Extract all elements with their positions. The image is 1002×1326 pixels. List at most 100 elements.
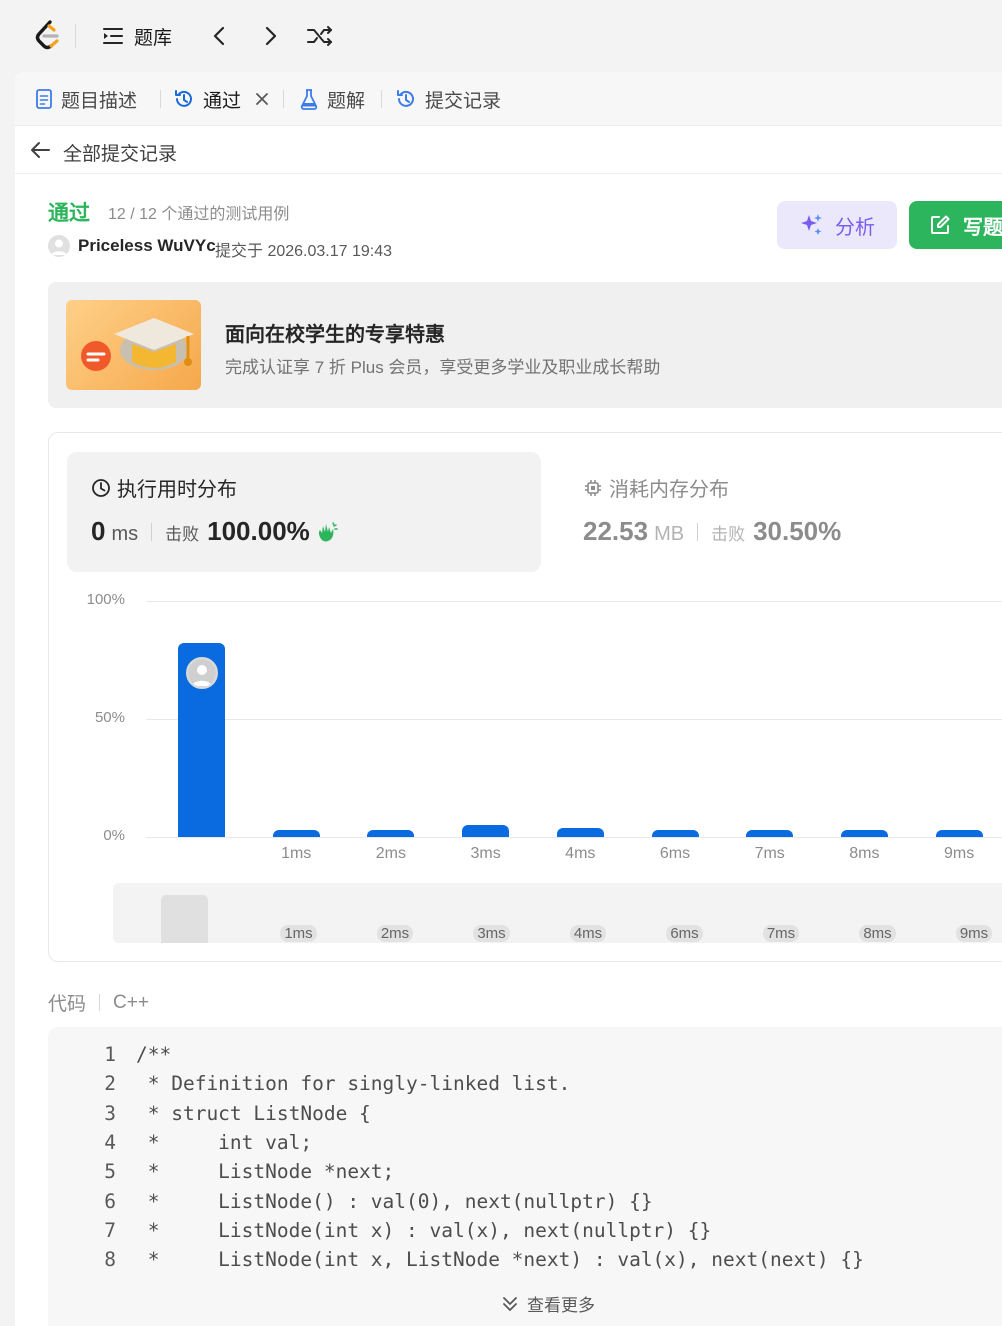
y-tick-label: 100%	[86, 591, 125, 608]
code-language: C++	[113, 991, 149, 1013]
memory-value: 22.53	[583, 516, 649, 546]
tab-divider	[160, 90, 161, 108]
leetcode-logo-icon[interactable]	[30, 18, 66, 54]
tab-accepted[interactable]: 通过	[173, 84, 271, 114]
chart-bar[interactable]	[462, 825, 510, 837]
document-icon	[36, 89, 52, 109]
runtime-title: 执行用时分布	[91, 473, 237, 502]
chart-bar[interactable]	[556, 827, 604, 837]
username[interactable]: Priceless WuVYc	[78, 236, 216, 256]
chart-gridline	[146, 837, 1002, 838]
y-tick-label: 0%	[103, 827, 125, 844]
all-submissions-link[interactable]: 全部提交记录	[63, 139, 177, 166]
your-submission-marker	[185, 657, 218, 690]
line-number: 6	[104, 1189, 116, 1213]
memory-unit: MB	[654, 523, 685, 545]
x-tick-label: 7ms	[754, 845, 785, 862]
avatar[interactable]	[48, 235, 70, 257]
edit-icon	[931, 215, 950, 234]
tab-submissions[interactable]: 提交记录	[395, 84, 501, 114]
problem-bank-button[interactable]: 题库	[102, 22, 172, 50]
student-promo-banner[interactable]: 面向在校学生的专享特惠 完成认证享 7 折 Plus 会员，享受更多学业及职业成…	[48, 282, 1002, 408]
code-label: 代码	[48, 994, 87, 1015]
runtime-beat-label: 击败	[165, 525, 200, 544]
code-line: 7 * ListNode(int x) : val(x), next(nullp…	[48, 1219, 711, 1248]
arrow-left-icon[interactable]	[29, 140, 51, 160]
runtime-distribution-chart[interactable]: 1ms 2ms 3ms 4ms 6ms 7ms 8ms 9ms 100% 50% 0% 1ms 2ms…	[49, 583, 1002, 963]
back-row: 全部提交记录	[15, 126, 1002, 174]
tab-description[interactable]: 题目描述	[35, 84, 137, 114]
runtime-value-row: 0 ms 击败 100.00%	[91, 516, 340, 547]
write-solution-label: 写题解	[963, 216, 1002, 239]
x-tick-label: 9ms	[943, 845, 975, 862]
memory-beat-percent: 30.50%	[753, 516, 842, 546]
code-line: 4 * int val;	[48, 1131, 312, 1160]
code-line: 6 * ListNode() : val(0), next(nullptr) {…	[48, 1189, 653, 1219]
code-text: * ListNode(int x, ListNode *next) : val(…	[136, 1248, 864, 1272]
main-panel: 题目描述 通过 题解 提交记录 全部提交记录 通过 12 / 12 个通过的测试…	[15, 72, 1002, 1326]
tab-divider	[283, 90, 284, 108]
code-text: * ListNode(int x) : val(x), next(nullptr…	[136, 1218, 712, 1242]
memory-value-row: 22.53 MB 击败 30.50%	[583, 516, 841, 547]
x-tick-label: 6ms	[659, 845, 691, 862]
line-number: 8	[104, 1248, 116, 1272]
chart-bar[interactable]	[935, 829, 983, 837]
runtime-unit: ms	[111, 523, 139, 545]
chart-bar[interactable]	[746, 829, 794, 837]
show-more-button[interactable]: 查看更多	[501, 1291, 595, 1316]
next-problem-button[interactable]	[260, 22, 280, 50]
tab-description-label: 题目描述	[61, 90, 138, 112]
x-tick-label: 8ms	[849, 845, 880, 862]
chevron-right-icon	[265, 26, 277, 46]
code-block[interactable]: 查看更多 1 /** 2 * Definition for singly-linke…	[48, 1027, 1002, 1326]
runtime-value: 0	[91, 516, 106, 546]
submitted-time: 提交于 2026.03.17 19:43	[215, 243, 393, 260]
x-tick-label: 4ms	[565, 845, 596, 862]
y-tick-label: 50%	[94, 709, 125, 726]
history-icon	[397, 90, 414, 107]
x-tick-label: 2ms	[375, 845, 406, 862]
range-selection-handle[interactable]	[161, 895, 208, 943]
clapping-hands-icon	[318, 521, 338, 541]
value-divider	[151, 522, 153, 541]
runtime-card[interactable]: 执行用时分布 0 ms 击败 100.00%	[67, 452, 541, 572]
code-line: 1 /**	[48, 1043, 171, 1072]
code-text: * struct ListNode {	[136, 1101, 371, 1125]
chart-bar[interactable]	[840, 829, 888, 837]
flask-icon	[300, 89, 318, 110]
memory-title[interactable]: 消耗内存分布	[583, 473, 729, 502]
user-avatar-icon	[187, 659, 216, 688]
code-text: * int val;	[136, 1130, 313, 1154]
problem-bank-label: 题库	[134, 27, 173, 49]
navigator-tick-label: 1ms	[269, 925, 329, 942]
navigator-tick-label: 3ms	[462, 925, 522, 942]
analyze-button[interactable]: 分析	[777, 201, 897, 249]
line-number: 5	[104, 1160, 116, 1184]
top-bar: 题库	[0, 0, 1002, 72]
random-problem-button[interactable]	[306, 22, 334, 50]
code-line: 8 * ListNode(int x, ListNode *next) : va…	[48, 1248, 864, 1277]
code-text: * ListNode() : val(0), next(nullptr) {}	[136, 1189, 653, 1213]
code-text: * Definition for singly-linked list.	[136, 1072, 571, 1096]
write-solution-button[interactable]: 写题解	[909, 201, 1002, 249]
code-line: 5 * ListNode *next;	[48, 1160, 394, 1189]
line-number: 4	[104, 1130, 116, 1154]
navigator-tick-label: 9ms	[944, 925, 1002, 942]
clock-icon	[92, 478, 110, 497]
x-tick-label: 1ms	[281, 845, 312, 862]
chart-bar[interactable]	[367, 829, 415, 837]
navigator-tick-label: 4ms	[558, 925, 618, 942]
tab-bar: 题目描述 通过 题解 提交记录	[15, 72, 1002, 126]
memory-beat-label: 击败	[711, 525, 746, 544]
prev-problem-button[interactable]	[210, 22, 230, 50]
shuffle-icon	[307, 26, 332, 46]
show-more-label: 查看更多	[527, 1296, 595, 1315]
chart-range-navigator[interactable]: 1ms 2ms 3ms 4ms 6ms 7ms 8ms 9ms	[113, 883, 1002, 943]
chart-bar[interactable]	[651, 829, 699, 837]
tab-solutions[interactable]: 题解	[299, 84, 365, 114]
chart-bar[interactable]	[272, 829, 320, 837]
code-text: * ListNode *next;	[136, 1160, 395, 1184]
runtime-beat-percent: 100.00%	[207, 516, 310, 546]
header-divider	[99, 994, 101, 1011]
close-tab-icon[interactable]	[253, 90, 271, 108]
